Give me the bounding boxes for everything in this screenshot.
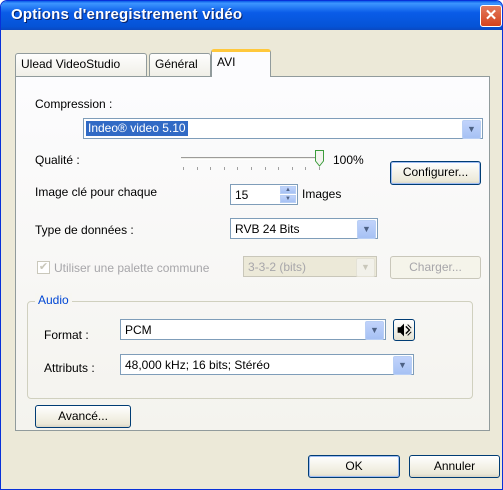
palette-value: 3-3-2 (bits)	[248, 260, 307, 274]
keyframe-value: 15	[235, 188, 249, 202]
slider-tick	[251, 167, 252, 170]
keyframe-spinner[interactable]: 15 ▲ ▼	[230, 184, 298, 205]
chevron-down-icon[interactable]: ▼	[357, 220, 376, 239]
quality-slider-thumb[interactable]	[315, 150, 324, 167]
ok-button[interactable]: OK	[308, 455, 400, 478]
slider-tick	[197, 167, 198, 170]
compression-label: Compression :	[35, 97, 113, 111]
palette-checkbox-label: Utiliser une palette commune	[54, 261, 210, 275]
cancel-button[interactable]: Annuler	[409, 455, 500, 478]
slider-tick	[224, 167, 225, 170]
chevron-down-icon[interactable]: ▼	[393, 356, 412, 375]
audio-attributes-label: Attributs :	[44, 361, 95, 375]
spin-down-icon[interactable]: ▼	[280, 195, 296, 203]
chevron-down-icon[interactable]: ▼	[462, 120, 481, 139]
audio-format-label: Format :	[44, 328, 89, 342]
palette-select[interactable]: 3-3-2 (bits) ▼	[243, 256, 377, 277]
dialog-window: Options d'enregistrement vidéo ✕ Ulead V…	[0, 0, 503, 490]
slider-tick	[183, 167, 184, 170]
audio-format-select[interactable]: PCM ▼	[120, 319, 386, 340]
quality-value: 100%	[333, 153, 364, 167]
palette-checkbox[interactable]: ✔	[37, 261, 50, 274]
speaker-button[interactable]	[393, 319, 415, 341]
quality-slider-track[interactable]	[181, 157, 324, 160]
keyframe-unit: Images	[302, 187, 342, 201]
quality-label: Qualité :	[35, 153, 80, 167]
audio-format-value: PCM	[125, 323, 152, 337]
compression-select[interactable]: Indeo® video 5.10 ▼	[83, 118, 483, 139]
datatype-label: Type de données :	[35, 223, 134, 237]
compression-value: Indeo® video 5.10	[86, 121, 188, 136]
audio-group-label: Audio	[35, 293, 72, 307]
advanced-button[interactable]: Avancé...	[35, 405, 131, 428]
configure-button[interactable]: Configurer...	[390, 161, 481, 185]
slider-tick	[210, 167, 211, 170]
keyframe-label: Image clé pour chaque	[35, 185, 158, 199]
speaker-icon	[397, 323, 412, 337]
slider-tick	[237, 167, 238, 170]
datatype-select[interactable]: RVB 24 Bits ▼	[230, 218, 378, 239]
chevron-down-icon[interactable]: ▼	[365, 321, 384, 340]
slider-tick	[278, 167, 279, 170]
slider-tick	[305, 167, 306, 170]
audio-attributes-select[interactable]: 48,000 kHz; 16 bits; Stéréo ▼	[120, 354, 414, 375]
chevron-down-icon[interactable]: ▼	[356, 258, 375, 277]
slider-tick	[292, 167, 293, 170]
datatype-value: RVB 24 Bits	[235, 222, 300, 236]
load-button[interactable]: Charger...	[390, 256, 481, 279]
slider-tick	[319, 167, 320, 170]
slider-tick	[265, 167, 266, 170]
audio-groupbox	[27, 301, 473, 399]
audio-attributes-value: 48,000 kHz; 16 bits; Stéréo	[125, 358, 270, 372]
spin-up-icon[interactable]: ▲	[280, 186, 296, 194]
